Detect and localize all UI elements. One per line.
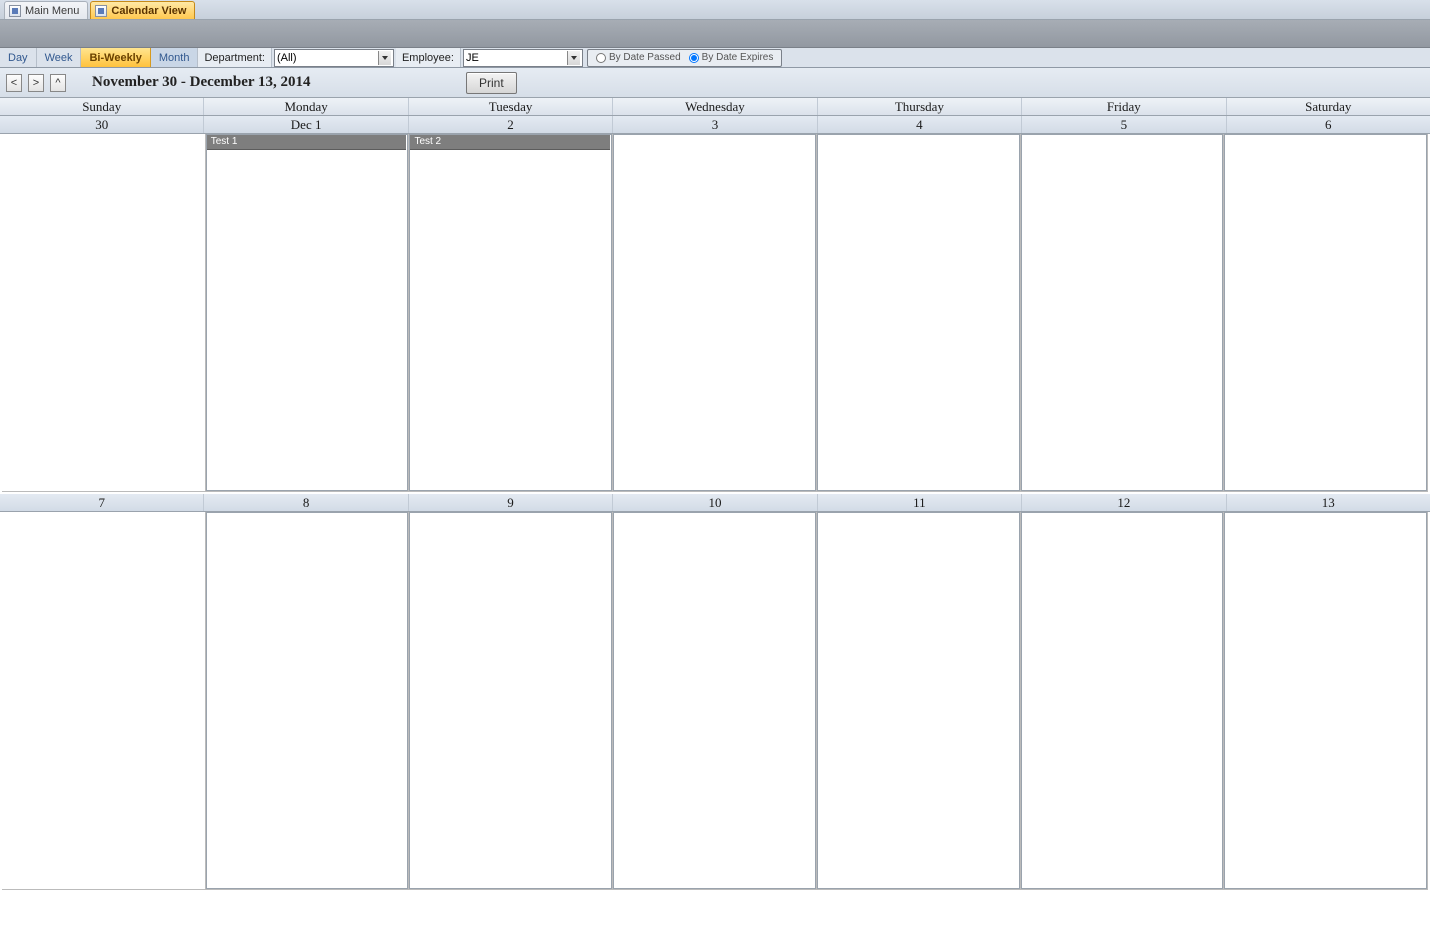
day-cell[interactable] [817,512,1021,890]
chevron-down-icon[interactable] [567,51,580,65]
department-label: Department: [198,48,272,67]
date-number: 12 [1022,494,1226,511]
radio-by-date-passed[interactable]: By Date Passed [596,52,681,63]
day-cell[interactable] [2,512,206,890]
date-mode-radio-group: By Date Passed By Date Expires [587,49,782,67]
employee-label: Employee: [396,48,461,67]
radio-label: By Date Passed [609,52,681,63]
date-number: 13 [1227,494,1430,511]
view-label: Day [8,52,28,64]
event-label: Test 2 [414,136,441,147]
day-cell[interactable] [2,134,206,492]
date-number: 5 [1022,116,1226,133]
day-cell[interactable] [1224,134,1428,492]
view-label: Month [159,52,190,64]
day-cell[interactable]: Test 2 [409,134,613,492]
view-label: Week [45,52,73,64]
chevron-down-icon[interactable] [378,51,391,65]
view-day-button[interactable]: Day [0,48,37,67]
day-header-row: Sunday Monday Tuesday Wednesday Thursday… [0,98,1430,116]
form-icon [9,5,21,17]
event-label: Test 1 [211,136,238,147]
employee-combo[interactable]: JE [463,49,583,67]
day-cell[interactable] [817,134,1021,492]
date-range-title: November 30 - December 13, 2014 [92,74,311,91]
date-number: 9 [409,494,613,511]
date-number: 3 [613,116,817,133]
date-number-row: 7 8 9 10 11 12 13 [0,494,1430,512]
toolbar-band [0,20,1430,48]
day-cell[interactable] [613,512,817,890]
date-number: Dec 1 [204,116,408,133]
caret-up-icon: ^ [55,77,60,89]
tab-label: Calendar View [111,5,186,17]
event-chip[interactable]: Test 2 [410,135,610,150]
employee-value: JE [466,52,567,64]
day-header: Friday [1022,98,1226,115]
day-header: Sunday [0,98,204,115]
prev-button[interactable]: < [6,74,22,92]
day-header: Saturday [1227,98,1430,115]
date-number: 6 [1227,116,1430,133]
date-number: 8 [204,494,408,511]
radio-input[interactable] [689,53,699,63]
radio-input[interactable] [596,53,606,63]
next-button[interactable]: > [28,74,44,92]
day-cell[interactable] [1021,134,1225,492]
tab-main-menu[interactable]: Main Menu [4,1,88,19]
day-header: Thursday [818,98,1022,115]
day-header: Monday [204,98,408,115]
tab-label: Main Menu [25,5,79,17]
day-cell[interactable] [206,512,410,890]
filter-bar: Day Week Bi-Weekly Month Department: (Al… [0,48,1430,68]
chevron-left-icon: < [11,77,17,89]
tab-strip: Main Menu Calendar View [0,0,1430,20]
day-header: Wednesday [613,98,817,115]
day-cell[interactable] [1224,512,1428,890]
radio-label: By Date Expires [702,52,774,63]
day-header: Tuesday [409,98,613,115]
view-month-button[interactable]: Month [151,48,199,67]
button-label: Print [479,76,504,90]
date-number-row: 30 Dec 1 2 3 4 5 6 [0,116,1430,134]
day-cell[interactable] [613,134,817,492]
date-number: 4 [818,116,1022,133]
print-button[interactable]: Print [466,72,517,94]
radio-by-date-expires[interactable]: By Date Expires [689,52,774,63]
department-combo[interactable]: (All) [274,49,394,67]
week-row [0,512,1430,892]
up-button[interactable]: ^ [50,74,66,92]
tab-calendar-view[interactable]: Calendar View [90,1,195,19]
date-number: 2 [409,116,613,133]
event-chip[interactable]: Test 1 [207,135,407,150]
day-cell[interactable] [1021,512,1225,890]
title-row: < > ^ November 30 - December 13, 2014 Pr… [0,68,1430,98]
date-number: 30 [0,116,204,133]
day-cell[interactable]: Test 1 [206,134,410,492]
form-icon [95,5,107,17]
week-row: Test 1 Test 2 [0,134,1430,494]
date-number: 11 [818,494,1022,511]
chevron-right-icon: > [33,77,39,89]
day-cell[interactable] [409,512,613,890]
date-number: 7 [0,494,204,511]
view-label: Bi-Weekly [89,52,141,64]
view-biweekly-button[interactable]: Bi-Weekly [81,48,150,67]
view-week-button[interactable]: Week [37,48,82,67]
department-value: (All) [277,52,378,64]
date-number: 10 [613,494,817,511]
